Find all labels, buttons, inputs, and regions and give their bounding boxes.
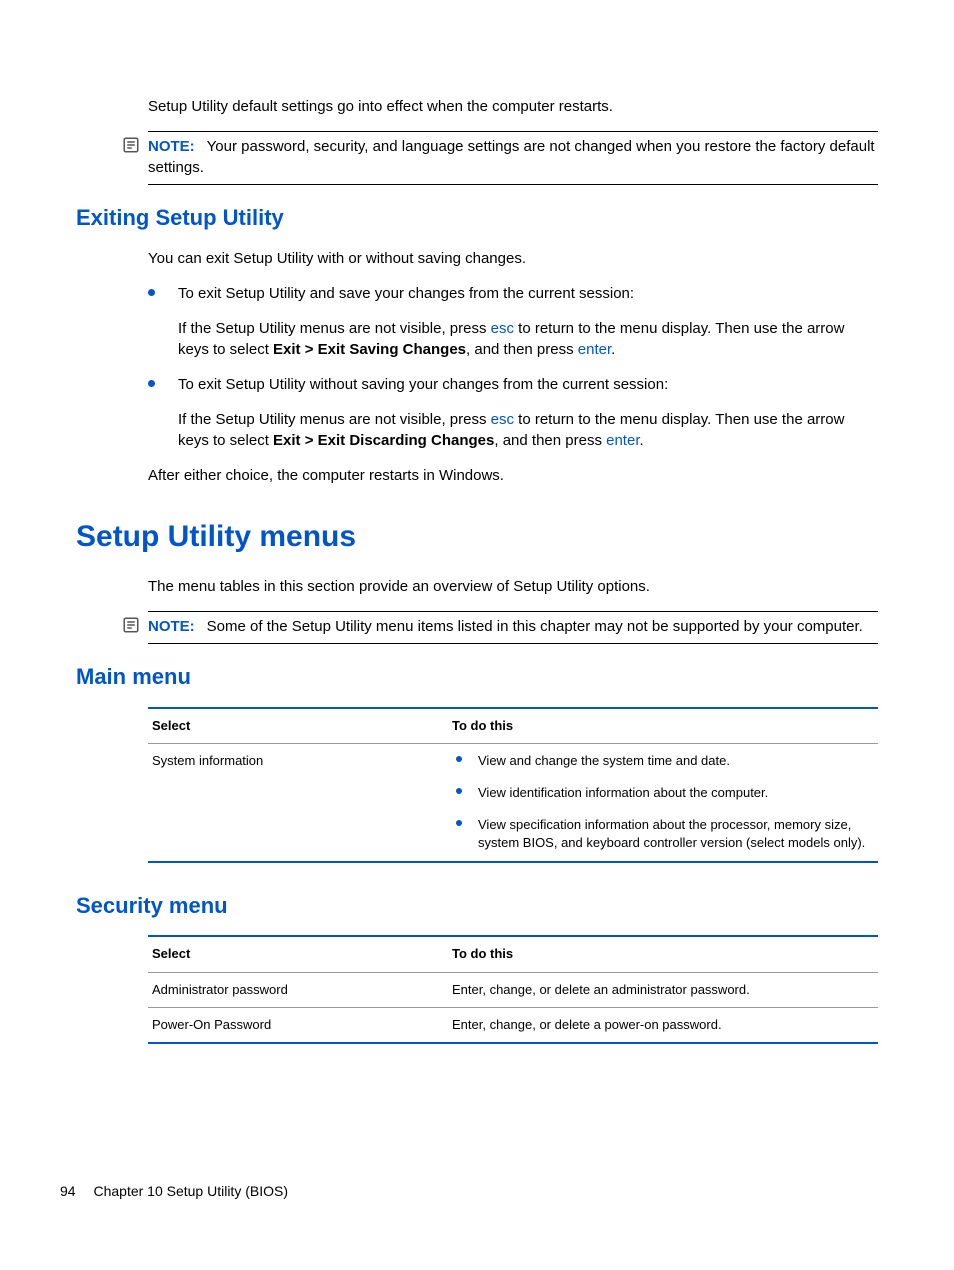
exit-steps-list: To exit Setup Utility and save your chan… [148, 283, 878, 451]
exit-outro: After either choice, the computer restar… [148, 465, 878, 486]
table-row: System information View and change the s… [148, 744, 878, 861]
col-todo: To do this [452, 717, 874, 735]
key-enter: enter [606, 432, 639, 449]
cell-todo: Enter, change, or delete an administrato… [452, 981, 874, 999]
cell-list: View and change the system time and date… [452, 752, 874, 853]
table-row: Administrator password Enter, change, or… [148, 973, 878, 1008]
menus-intro: The menu tables in this section provide … [148, 576, 878, 597]
list-item: View and change the system time and date… [452, 752, 874, 770]
note-icon [122, 616, 140, 634]
intro-paragraph: Setup Utility default settings go into e… [148, 96, 878, 117]
cell-select: System information [152, 752, 452, 853]
step-lead: To exit Setup Utility without saving you… [178, 376, 668, 393]
page-footer: 94 Chapter 10 Setup Utility (BIOS) [60, 1182, 288, 1202]
note-box-1: NOTE:Your password, security, and langua… [148, 131, 878, 185]
heading-security-menu: Security menu [76, 891, 878, 922]
step-lead: To exit Setup Utility and save your chan… [178, 285, 634, 302]
page-number: 94 [60, 1183, 76, 1199]
step-detail: If the Setup Utility menus are not visib… [178, 318, 878, 360]
exit-step-discard: To exit Setup Utility without saving you… [148, 374, 878, 451]
col-todo: To do this [452, 945, 874, 963]
note-text: Your password, security, and language se… [148, 138, 875, 176]
heading-main-menu: Main menu [76, 662, 878, 693]
key-esc: esc [491, 320, 514, 337]
key-enter: enter [578, 341, 611, 358]
note-icon [122, 136, 140, 154]
chapter-label: Chapter 10 Setup Utility (BIOS) [93, 1183, 288, 1199]
col-select: Select [152, 945, 452, 963]
main-menu-table: Select To do this System information Vie… [148, 707, 878, 863]
note-label: NOTE: [148, 618, 195, 635]
cell-todo: Enter, change, or delete a power-on pass… [452, 1016, 874, 1034]
list-item: View specification information about the… [452, 816, 874, 852]
menu-path: Exit > Exit Saving Changes [273, 341, 466, 358]
security-menu-table: Select To do this Administrator password… [148, 935, 878, 1044]
note-label: NOTE: [148, 138, 195, 155]
cell-select: Administrator password [152, 981, 452, 999]
note-text: Some of the Setup Utility menu items lis… [207, 618, 863, 635]
col-select: Select [152, 717, 452, 735]
key-esc: esc [491, 411, 514, 428]
table-header-row: Select To do this [148, 709, 878, 744]
menu-path: Exit > Exit Discarding Changes [273, 432, 494, 449]
step-detail: If the Setup Utility menus are not visib… [178, 409, 878, 451]
list-item: View identification information about th… [452, 784, 874, 802]
cell-todo: View and change the system time and date… [452, 752, 874, 853]
heading-exiting: Exiting Setup Utility [76, 203, 878, 234]
exit-intro: You can exit Setup Utility with or witho… [148, 248, 878, 269]
table-row: Power-On Password Enter, change, or dele… [148, 1008, 878, 1042]
table-header-row: Select To do this [148, 937, 878, 972]
heading-setup-menus: Setup Utility menus [76, 516, 878, 558]
cell-select: Power-On Password [152, 1016, 452, 1034]
exit-step-save: To exit Setup Utility and save your chan… [148, 283, 878, 360]
note-box-2: NOTE: Some of the Setup Utility menu item… [148, 611, 878, 644]
